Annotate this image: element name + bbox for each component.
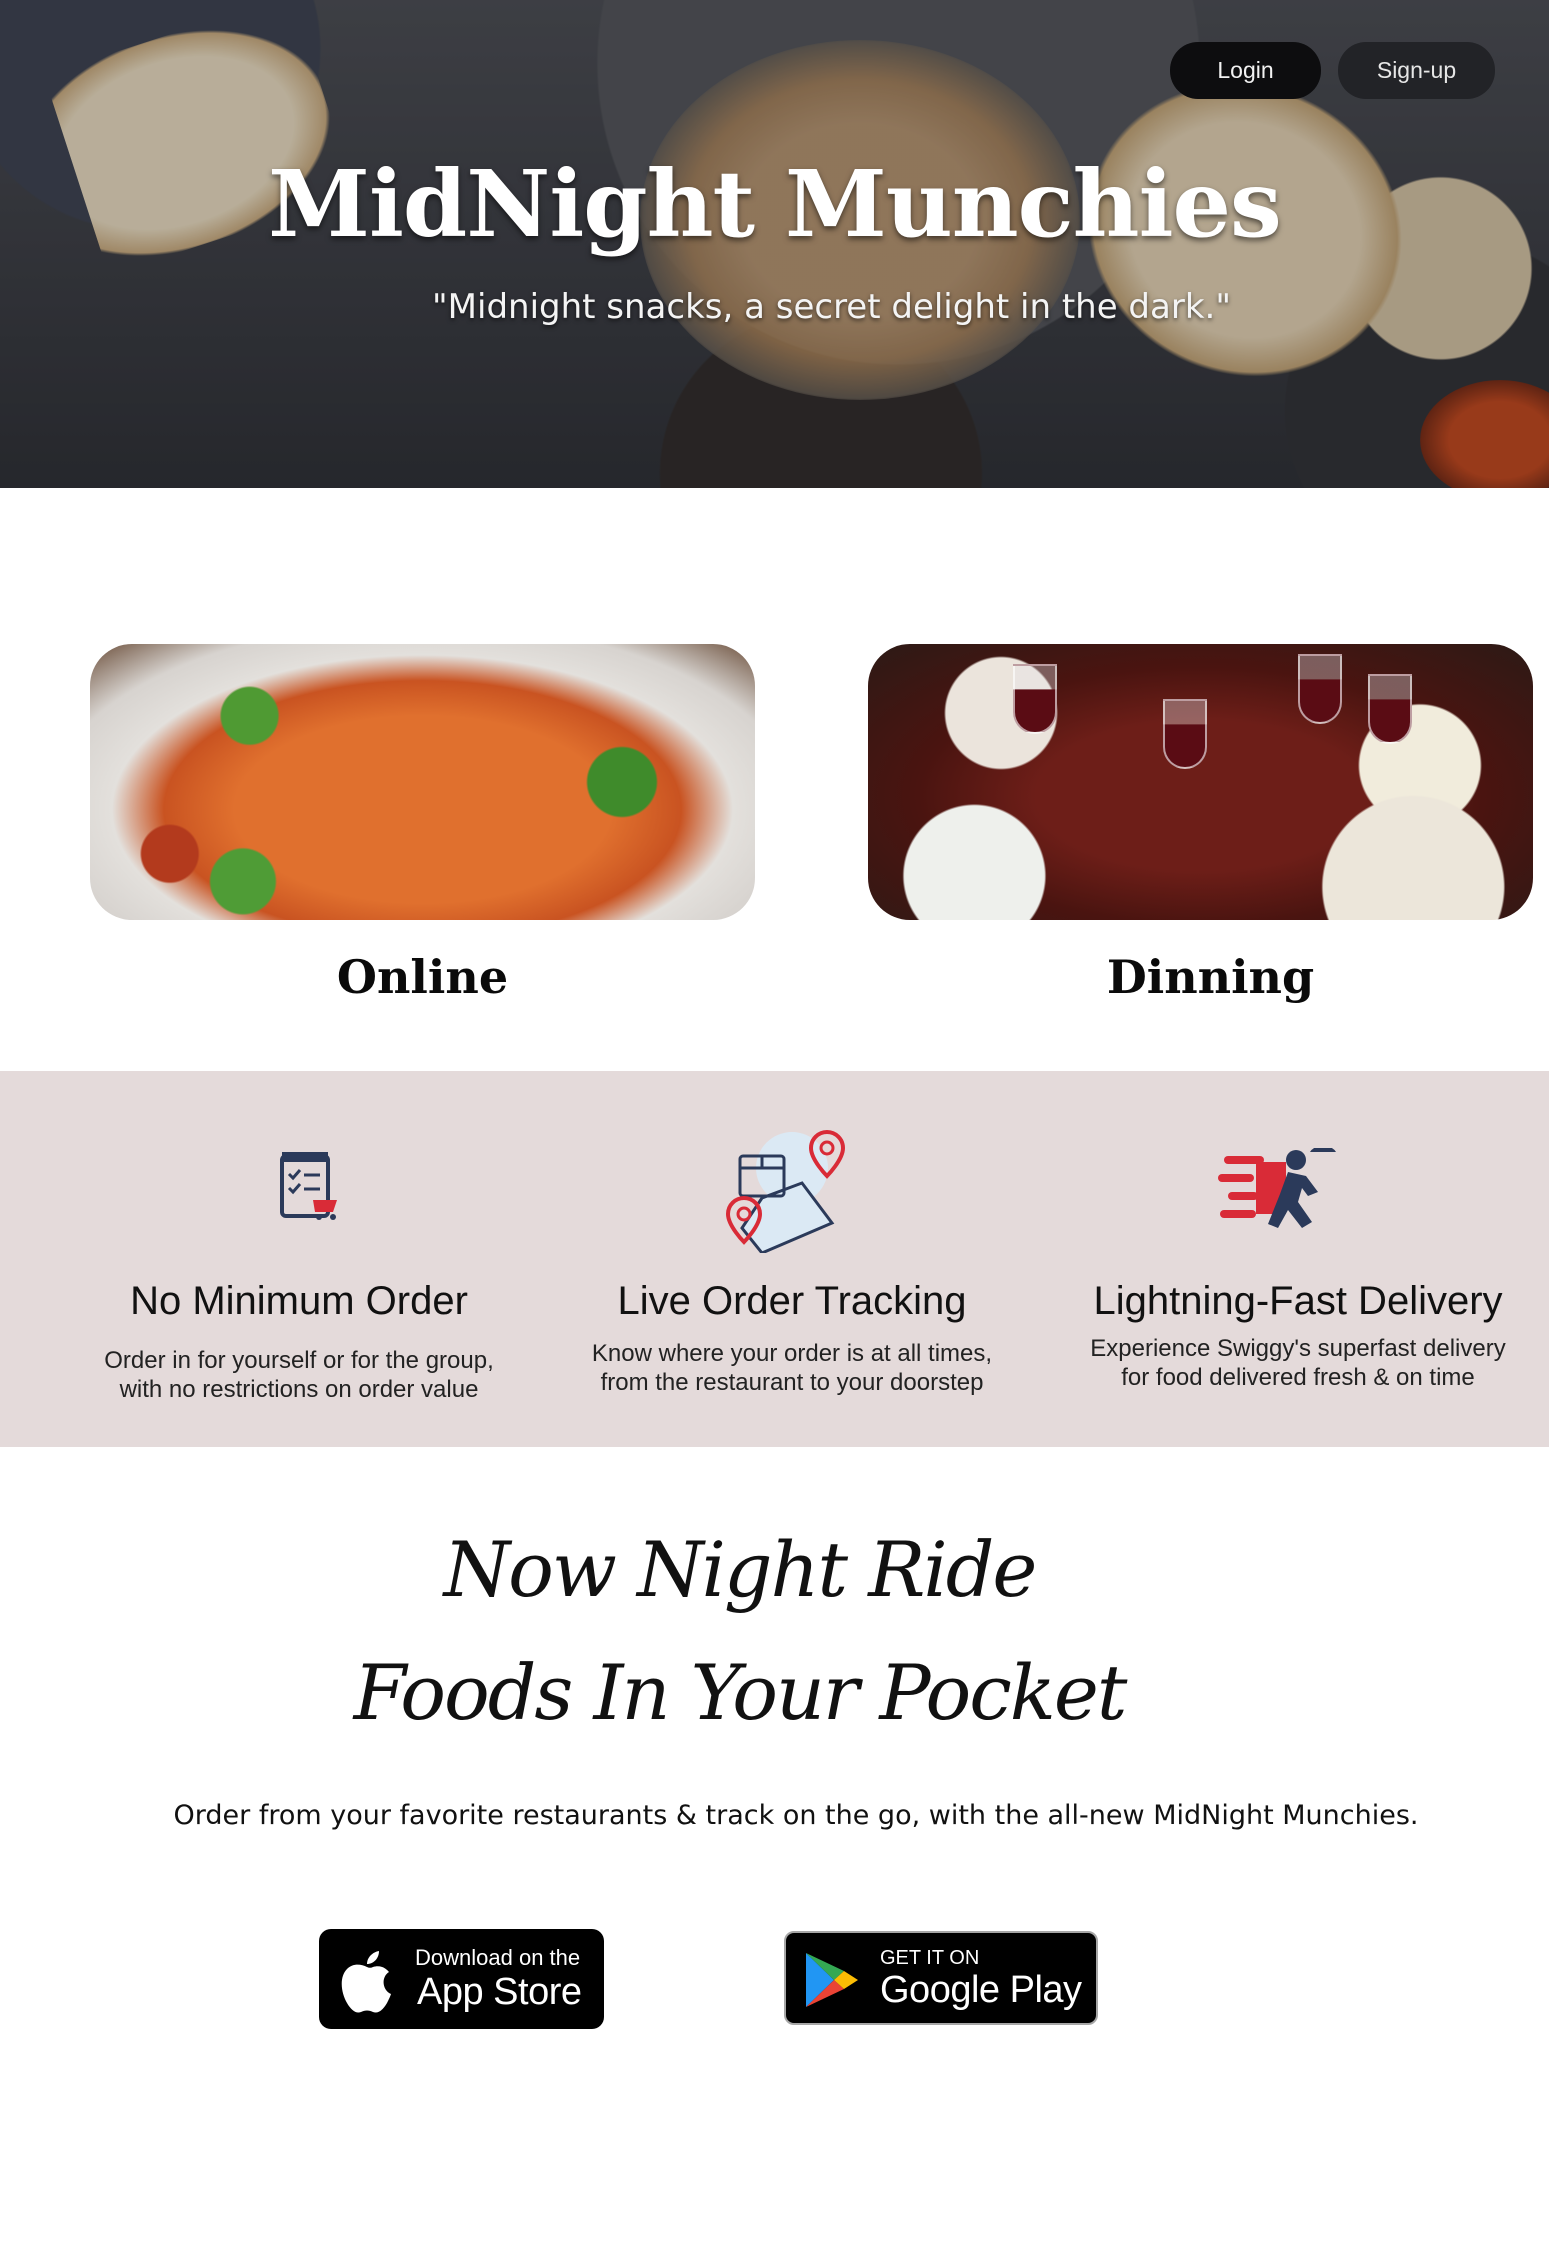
feature-description: Know where your order is at all times, f… <box>542 1339 1042 1397</box>
signup-button[interactable]: Sign-up <box>1338 42 1495 99</box>
promo-description: Order from your favorite restaurants & t… <box>173 1800 1419 1831</box>
online-category-image[interactable] <box>90 644 755 920</box>
google-play-icon <box>806 1953 858 2007</box>
online-category-label[interactable]: Online <box>90 950 755 1004</box>
order-tracking-icon <box>725 1129 846 1253</box>
feature-description: Order in for yourself or for the group, … <box>49 1346 549 1404</box>
feature-title: Live Order Tracking <box>617 1279 967 1323</box>
app-store-big-text: App Store <box>417 1971 582 2013</box>
fast-delivery-icon <box>1218 1148 1336 1228</box>
dinning-category-image[interactable] <box>868 644 1533 920</box>
login-button[interactable]: Login <box>1170 42 1321 99</box>
apple-icon <box>341 1951 391 2013</box>
dinning-category-label[interactable]: Dinning <box>878 950 1543 1004</box>
feature-description-line: for food delivered fresh & on time <box>1121 1364 1475 1391</box>
site-tagline: "Midnight snacks, a secret delight in th… <box>432 287 1231 327</box>
google-play-big-text: Google Play <box>880 1969 1082 2011</box>
app-store-small-text: Download on the <box>415 1945 581 1970</box>
google-play-button[interactable]: GET IT ON Google Play <box>784 1931 1098 2025</box>
feature-description: Experience Swiggy's superfast delivery f… <box>1048 1334 1548 1392</box>
wine-glass-image <box>1163 699 1207 769</box>
feature-description-line: from the restaurant to your doorstep <box>600 1369 984 1396</box>
hero-banner: Login Sign-up MidNight Munchies "Midnigh… <box>0 0 1549 488</box>
feature-description-line: Know where your order is at all times, <box>591 1340 993 1367</box>
site-title: MidNight Munchies <box>268 150 1282 258</box>
feature-description-line: with no restrictions on order value <box>119 1376 479 1403</box>
feature-description-line: Order in for yourself or for the group, <box>104 1347 494 1374</box>
promo-heading-line: Now Night Ride <box>443 1525 1038 1614</box>
order-checklist-icon <box>280 1152 337 1220</box>
features-section: No Minimum Order Order in for yourself o… <box>0 1071 1549 1447</box>
wine-glass-image <box>1368 674 1412 744</box>
app-store-button[interactable]: Download on the App Store <box>319 1929 604 2029</box>
promo-heading-line: Foods In Your Pocket <box>353 1648 1128 1737</box>
wine-glass-image <box>1298 654 1342 724</box>
feature-title: No Minimum Order <box>130 1279 468 1323</box>
google-play-small-text: GET IT ON <box>880 1947 980 1969</box>
feature-title: Lightning-Fast Delivery <box>1093 1279 1503 1323</box>
feature-description-line: Experience Swiggy's superfast delivery <box>1090 1335 1506 1362</box>
wine-glass-image <box>1013 664 1057 734</box>
